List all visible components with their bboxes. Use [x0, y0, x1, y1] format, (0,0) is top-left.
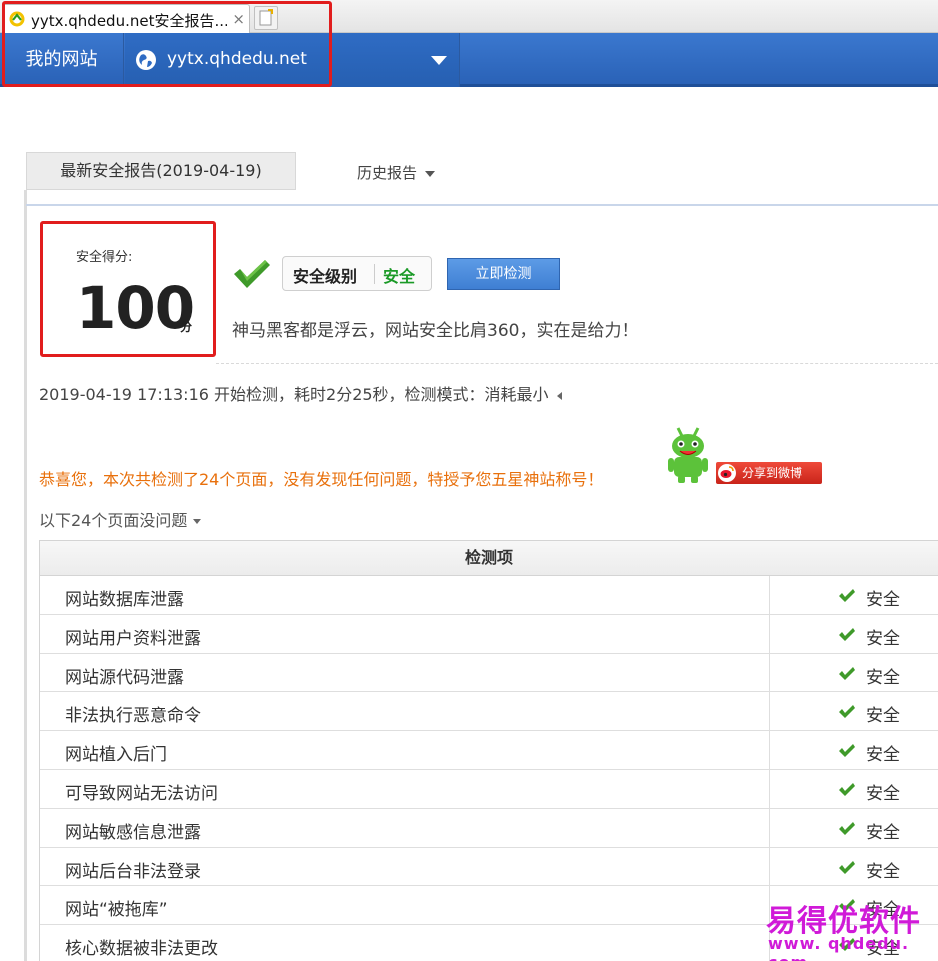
new-tab-icon[interactable]: [254, 6, 278, 30]
tab-history-report[interactable]: 历史报告: [357, 162, 436, 183]
watermark-url: www. qhdedu. com: [768, 934, 910, 961]
check-icon: [234, 260, 270, 288]
level-separator: [374, 264, 375, 284]
check-icon: [839, 744, 855, 758]
check-icon: [839, 782, 855, 796]
cell-separator: [769, 692, 770, 731]
security-level-badge: 安全级别 安全: [282, 256, 432, 291]
table-row: 网站数据库泄露 安全: [40, 576, 938, 615]
check-item-name: 网站敏感信息泄露: [65, 822, 201, 843]
slogan: 神马黑客都是浮云，网站安全比肩360，实在是给力！: [232, 321, 639, 341]
check-item-name: 可导致网站无法访问: [65, 783, 218, 804]
cell-separator: [769, 769, 770, 808]
site-domain: yytx.qhdedu.net: [167, 49, 307, 69]
check-item-status: 安全: [866, 745, 900, 766]
android-mascot-icon: [668, 427, 708, 483]
check-item-name: 非法执行恶意命令: [65, 706, 201, 727]
browser-tab[interactable]: yytx.qhdedu.net安全报告... ×: [2, 4, 250, 33]
score-value: 100: [76, 274, 195, 342]
cell-separator: [769, 808, 770, 847]
pages-ok-text: 以下24个页面没问题: [39, 511, 188, 530]
level-value: 安全: [383, 267, 416, 286]
check-item-status: 安全: [866, 628, 900, 649]
table-header: 检测项: [40, 541, 938, 576]
tab-underline: [26, 204, 938, 206]
share-weibo-button[interactable]: 分享到微博: [716, 462, 822, 484]
chevron-down-icon: [431, 56, 447, 65]
check-item-name: 网站源代码泄露: [65, 667, 184, 688]
table-row: 网站后台非法登录 安全: [40, 847, 938, 887]
divider: [216, 363, 938, 364]
check-icon: [839, 589, 855, 602]
my-site-button[interactable]: 我的网站: [0, 33, 124, 87]
cell-separator: [769, 576, 770, 614]
check-item-status: 安全: [866, 590, 900, 610]
check-item-name: 网站后台非法登录: [65, 861, 201, 882]
table-row: 网站植入后门 安全: [40, 731, 938, 770]
globe-icon: [136, 50, 156, 70]
weibo-icon: [718, 464, 736, 482]
table-row: 非法执行恶意命令 安全: [40, 692, 938, 732]
browser-tab-bar: yytx.qhdedu.net安全报告... ×: [0, 0, 938, 33]
cell-separator: [769, 614, 770, 653]
caret-left-icon[interactable]: [556, 391, 562, 400]
score-label: 安全得分:: [76, 250, 133, 265]
congrats-message: 恭喜您，本次共检测了24个页面，没有发现任何问题，特授予您五星神站称号！: [39, 470, 604, 489]
tab-title: yytx.qhdedu.net安全报告...: [31, 12, 227, 30]
check-icon: [839, 666, 855, 680]
caret-down-icon: [425, 170, 436, 177]
check-item-name: 网站植入后门: [65, 745, 167, 766]
cell-separator: [769, 731, 770, 769]
check-item-name: 网站“被拖库”: [65, 900, 168, 921]
pages-ok-toggle[interactable]: 以下24个页面没问题: [39, 507, 202, 531]
check-item-status: 安全: [866, 861, 900, 882]
table-row: 网站敏感信息泄露 安全: [40, 808, 938, 848]
check-item-status: 安全: [866, 706, 900, 727]
check-item-name: 网站数据库泄露: [65, 590, 184, 610]
history-label: 历史报告: [357, 164, 418, 182]
site-bar: 我的网站 yytx.qhdedu.net: [0, 33, 938, 87]
check-icon: [839, 821, 855, 835]
content-left-border: [24, 190, 27, 961]
tab-latest-report[interactable]: 最新安全报告(2019-04-19): [26, 152, 296, 190]
caret-down-icon: [193, 519, 202, 524]
table-row: 网站源代码泄露 安全: [40, 653, 938, 693]
share-weibo-label: 分享到微博: [742, 466, 803, 480]
check-item-status: 安全: [866, 667, 900, 688]
scan-info-text: 2019-04-19 17:13:16 开始检测，耗时2分25秒，检测模式：消耗…: [39, 385, 549, 404]
360-favicon-icon: [9, 11, 25, 27]
table-row: 网站用户资料泄露 安全: [40, 614, 938, 654]
level-name: 安全级别: [293, 267, 358, 286]
scan-info: 2019-04-19 17:13:16 开始检测，耗时2分25秒，检测模式：消耗…: [39, 381, 562, 405]
check-icon: [839, 860, 855, 874]
table-row: 可导致网站无法访问 安全: [40, 769, 938, 809]
cell-separator: [769, 847, 770, 886]
check-icon: [839, 705, 855, 719]
check-item-name: 核心数据被非法更改: [65, 939, 218, 960]
site-select-dropdown[interactable]: yytx.qhdedu.net: [125, 33, 460, 87]
score-unit: 分: [180, 320, 193, 334]
close-icon[interactable]: ×: [232, 10, 245, 28]
check-item-status: 安全: [866, 822, 900, 843]
scan-now-button[interactable]: 立即检测: [447, 258, 560, 290]
cell-separator: [769, 653, 770, 692]
check-item-name: 网站用户资料泄露: [65, 628, 201, 649]
check-item-status: 安全: [866, 783, 900, 804]
check-icon: [839, 627, 855, 641]
